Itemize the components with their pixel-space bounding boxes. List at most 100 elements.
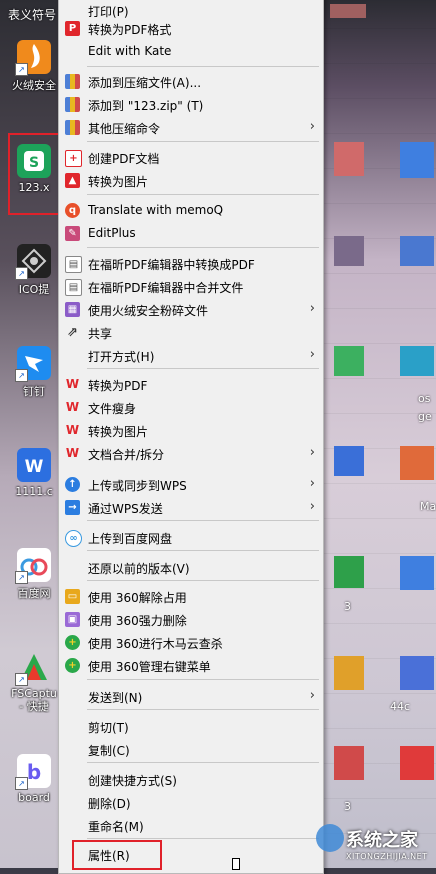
blurred-icon xyxy=(400,236,434,266)
desktop-left-area xyxy=(0,0,64,868)
shortcut-arrow-icon: ↗ xyxy=(15,63,28,76)
menu-item-cut[interactable]: 剪切(T) xyxy=(61,715,321,738)
menu-item-360-delete[interactable]: ▣ 使用 360强力删除 xyxy=(61,608,321,631)
desktop-icon-fscapture[interactable]: ↗ FSCaptu - 快捷 xyxy=(6,650,62,713)
menu-item-label: 创建PDF文档 xyxy=(88,152,160,166)
desktop-icon-huorong[interactable]: ↗ 火绒安全 xyxy=(6,40,62,93)
huorong-icon: ↗ xyxy=(15,40,51,76)
menu-item-translate-memoq[interactable]: q Translate with memoQ xyxy=(61,199,321,222)
menu-item-foxit-convert[interactable]: ▤ 在福昕PDF编辑器中转换成PDF xyxy=(61,252,321,275)
desktop-icon-label: 钉钉 xyxy=(23,385,45,398)
menu-item-convert-pdf-format[interactable]: P 转换为PDF格式 xyxy=(61,17,321,40)
watermark-text: 系统之家 xyxy=(346,830,418,851)
menu-item-label: 使用 360解除占用 xyxy=(88,591,187,605)
menu-item-label: 在福昕PDF编辑器中转换成PDF xyxy=(88,258,255,272)
menu-item-huorong-shred[interactable]: ▦ 使用火绒安全粉碎文件 › xyxy=(61,298,321,321)
desktop-icon-ico-tool[interactable]: ↗ ICO提 xyxy=(6,244,62,297)
blurred-icon xyxy=(334,746,364,780)
menu-item-label: 添加到 "123.zip" (T) xyxy=(88,99,204,113)
shredder-icon: ▦ xyxy=(65,302,80,317)
menu-item-wps-convert-pdf[interactable]: W 转换为PDF xyxy=(61,373,321,396)
shortcut-arrow-icon: ↗ xyxy=(15,267,28,280)
menu-item-wps-convert-image[interactable]: W 转换为图片 xyxy=(61,419,321,442)
menu-item-delete[interactable]: 删除(D) xyxy=(61,791,321,814)
blurred-icon xyxy=(400,656,434,690)
menu-separator xyxy=(87,368,319,369)
desktop-icon-dingtalk[interactable]: ↗ 钉钉 xyxy=(6,346,62,399)
menu-item-label: 还原以前的版本(V) xyxy=(88,562,190,576)
menu-item-label: 转换为图片 xyxy=(88,175,149,189)
submenu-arrow-icon: › xyxy=(309,445,315,460)
menu-item-share[interactable]: ⇗ 共享 xyxy=(61,321,321,344)
menu-item-upload-baidu[interactable]: ∞ 上传到百度网盘 xyxy=(61,526,321,549)
baidu-netdisk-icon: ↗ xyxy=(15,548,51,584)
menu-item-rename[interactable]: 重命名(M) xyxy=(61,814,321,837)
menu-item-label: 创建快捷方式(S) xyxy=(88,774,177,788)
menu-item-restore-versions[interactable]: 还原以前的版本(V) xyxy=(61,556,321,579)
desktop-icon-label: ICO提 xyxy=(18,283,50,296)
archive-icon xyxy=(65,120,80,135)
desktop-right-area xyxy=(322,0,436,868)
menu-item-send-to[interactable]: 发送到(N) › xyxy=(61,685,321,708)
menu-item-edit-with-kate[interactable]: Edit with Kate xyxy=(61,40,321,63)
360-unlock-icon: ▭ xyxy=(65,589,80,604)
menu-item-add-to-archive[interactable]: 添加到压缩文件(A)... xyxy=(61,70,321,93)
wps-writer-icon: W xyxy=(17,448,51,482)
shortcut-arrow-icon: ↗ xyxy=(15,777,28,790)
ico-tool-icon: ↗ xyxy=(15,244,51,280)
desktop-icon-1111doc[interactable]: W 1111.c xyxy=(6,448,62,498)
menu-item-other-compress[interactable]: 其他压缩命令 › xyxy=(61,116,321,139)
menu-item-label: 添加到压缩文件(A)... xyxy=(88,76,202,90)
menu-item-label: 使用 360管理右键菜单 xyxy=(88,660,211,674)
menu-item-convert-to-image[interactable]: ▲ 转换为图片 xyxy=(61,169,321,192)
dingtalk-icon: ↗ xyxy=(15,346,51,382)
desktop-icon-label: 百度网 xyxy=(17,587,51,600)
menu-separator xyxy=(87,66,319,67)
shortcut-arrow-icon: ↗ xyxy=(15,673,28,686)
menu-item-wps-merge-split[interactable]: W 文档合并/拆分 › xyxy=(61,442,321,465)
blurred-icon xyxy=(334,236,364,266)
menu-item-editplus[interactable]: ✎ EditPlus xyxy=(61,222,321,245)
desktop-icon-board[interactable]: b ↗ board xyxy=(6,754,62,804)
menu-item-open-with[interactable]: 打开方式(H) › xyxy=(61,344,321,367)
submenu-arrow-icon: › xyxy=(309,301,315,316)
board-icon: b ↗ xyxy=(15,754,51,790)
menu-item-add-to-zip[interactable]: 添加到 "123.zip" (T) xyxy=(61,93,321,116)
menu-item-label: 共享 xyxy=(88,327,113,341)
menu-separator xyxy=(87,838,319,839)
blurred-icon xyxy=(400,746,434,780)
menu-item-copy[interactable]: 复制(C) xyxy=(61,738,321,761)
menu-item-360-manage-menu[interactable]: + 使用 360管理右键菜单 xyxy=(61,654,321,677)
menu-item-wps-slim[interactable]: W 文件瘦身 xyxy=(61,396,321,419)
menu-item-label: 剪切(T) xyxy=(88,721,129,735)
menu-item-label: Translate with memoQ xyxy=(88,203,224,217)
menu-item-label: EditPlus xyxy=(88,226,136,240)
pdf-convert-icon: P xyxy=(65,21,80,36)
menu-item-label: 重命名(M) xyxy=(88,820,144,834)
menu-item-360-scan[interactable]: + 使用 360进行木马云查杀 xyxy=(61,631,321,654)
desktop-icon-label: board xyxy=(18,791,50,804)
blurred-icon xyxy=(334,142,364,176)
shortcut-arrow-icon: ↗ xyxy=(15,571,28,584)
editplus-icon: ✎ xyxy=(65,226,80,241)
foxit-icon: ▤ xyxy=(65,256,82,273)
menu-item-label: 使用 360强力删除 xyxy=(88,614,187,628)
desktop-icon-baidu-netdisk[interactable]: ↗ 百度网 xyxy=(6,548,62,601)
menu-item-send-via-wps[interactable]: → 通过WPS发送 › xyxy=(61,496,321,519)
desktop-label: 44c xyxy=(390,700,411,713)
menu-item-label: Edit with Kate xyxy=(88,44,172,58)
menu-item-360-unlock[interactable]: ▭ 使用 360解除占用 xyxy=(61,585,321,608)
menu-item-upload-wps[interactable]: ↑ 上传或同步到WPS › xyxy=(61,473,321,496)
menu-item-foxit-merge[interactable]: ▤ 在福昕PDF编辑器中合并文件 xyxy=(61,275,321,298)
blurred-icon xyxy=(334,656,364,690)
menu-item-create-shortcut[interactable]: 创建快捷方式(S) xyxy=(61,768,321,791)
menu-item-label: 使用 360进行木马云查杀 xyxy=(88,637,223,651)
menu-item-create-pdf[interactable]: + 创建PDF文档 xyxy=(61,146,321,169)
menu-item-label: 转换为图片 xyxy=(88,425,149,439)
submenu-arrow-icon: › xyxy=(309,347,315,362)
svg-text:b: b xyxy=(27,760,41,784)
menu-item-label: 文件瘦身 xyxy=(88,402,137,416)
svg-text:W: W xyxy=(25,457,44,477)
selection-highlight-box xyxy=(8,133,64,215)
context-menu: 打印(P) P 转换为PDF格式 Edit with Kate 添加到压缩文件(… xyxy=(58,0,324,874)
